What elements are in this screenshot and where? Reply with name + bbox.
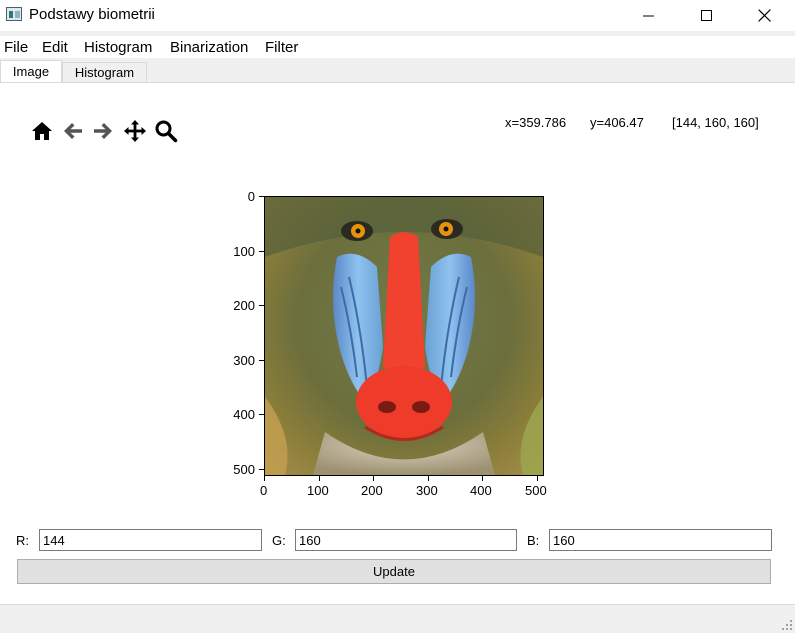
y-coordinate-readout: y=406.47: [590, 115, 644, 130]
update-button[interactable]: Update: [17, 559, 771, 584]
back-arrow-icon[interactable]: [61, 119, 85, 143]
y-tick-label: 500: [233, 462, 255, 477]
forward-arrow-icon[interactable]: [91, 119, 115, 143]
maximize-icon: [701, 9, 712, 21]
r-value-input[interactable]: [39, 529, 262, 551]
g-value-input[interactable]: [295, 529, 517, 551]
y-tick-label: 400: [233, 407, 255, 422]
x-tick-label: 0: [260, 483, 268, 498]
pan-move-icon[interactable]: [123, 119, 147, 143]
y-tick-label: 300: [233, 353, 255, 368]
app-icon: [6, 7, 22, 21]
mandrill-picture: [265, 197, 543, 475]
maximize-button[interactable]: [678, 0, 736, 31]
x-coordinate-readout: x=359.786: [505, 115, 567, 130]
g-label: G:: [272, 533, 286, 548]
pixel-value-readout: [144, 160, 160]: [672, 115, 759, 130]
main-window: Podstawy biometrii File Edit Histogram B…: [0, 0, 795, 633]
image-tab-pane: x=359.786 y=406.47 [144, 160, 160] 0 100…: [0, 82, 795, 605]
menu-edit[interactable]: Edit: [42, 39, 68, 56]
close-icon: [758, 9, 771, 22]
home-icon[interactable]: [30, 119, 54, 143]
tab-image[interactable]: Image: [0, 60, 62, 84]
window-title: Podstawy biometrii: [29, 6, 155, 23]
menu-filter[interactable]: Filter: [265, 39, 298, 56]
menu-file[interactable]: File: [4, 39, 28, 56]
y-tick-label: 200: [233, 298, 255, 313]
x-tick-label: 200: [361, 483, 383, 498]
x-tick-label: 300: [416, 483, 438, 498]
mandrill-image[interactable]: [264, 196, 544, 476]
b-value-input[interactable]: [549, 529, 772, 551]
b-label: B:: [527, 533, 540, 548]
tab-strip: Image Histogram: [0, 60, 795, 84]
minimize-icon: [643, 15, 654, 16]
image-plot[interactable]: 0 100 200 300 400 500 0 100 200 300 400 …: [200, 186, 580, 501]
menu-histogram[interactable]: Histogram: [84, 39, 152, 56]
x-tick-label: 500: [525, 483, 547, 498]
close-button[interactable]: [736, 0, 794, 31]
resize-grip-icon[interactable]: [781, 619, 793, 631]
tab-histogram[interactable]: Histogram: [62, 62, 147, 83]
y-tick-label: 0: [247, 189, 255, 204]
title-bar: Podstawy biometrii: [0, 0, 795, 31]
x-tick-label: 400: [470, 483, 492, 498]
menu-binarization[interactable]: Binarization: [170, 39, 248, 56]
x-tick-label: 100: [307, 483, 329, 498]
minimize-button[interactable]: [620, 0, 678, 31]
menu-bar: File Edit Histogram Binarization Filter: [0, 36, 795, 58]
zoom-magnifier-icon[interactable]: [154, 119, 178, 143]
r-label: R:: [16, 533, 29, 548]
y-tick-label: 100: [233, 244, 255, 259]
